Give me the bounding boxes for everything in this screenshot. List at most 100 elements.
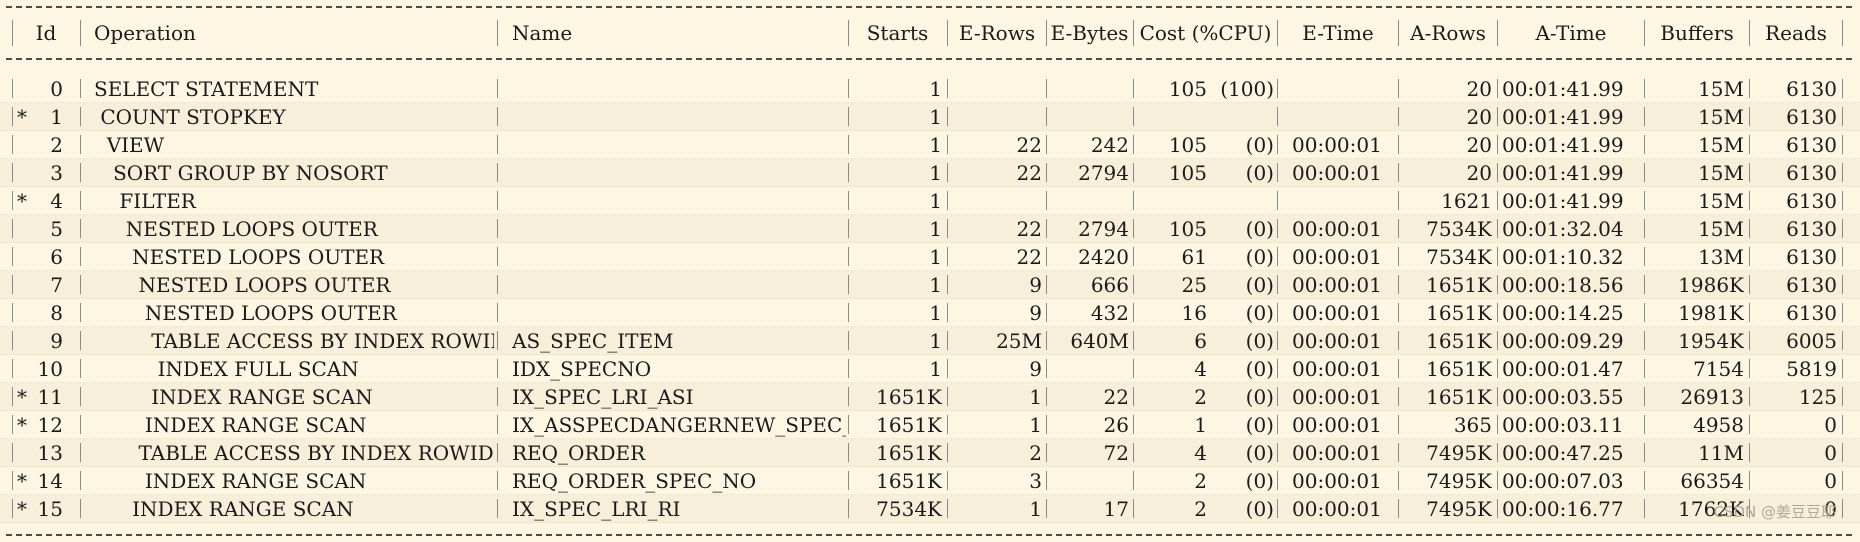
column-divider [1497, 443, 1498, 462]
column-divider [1277, 499, 1278, 518]
cell-ebytes: 22 [1103, 385, 1129, 409]
column-divider [1842, 387, 1843, 406]
column-divider [947, 387, 948, 406]
cell-reads: 5819 [1786, 357, 1837, 381]
cell-etime: 00:00:01 [1292, 245, 1382, 269]
column-divider [497, 359, 498, 378]
cell-atime: 00:01:41.99 [1502, 161, 1624, 185]
column-divider [1277, 20, 1278, 46]
cell-buffers: 15M [1698, 105, 1744, 129]
cell-etime [1292, 75, 1396, 103]
cell-cpu: (100) [1220, 77, 1274, 101]
column-divider [947, 191, 948, 210]
column-divider [1133, 191, 1134, 210]
column-divider [1277, 359, 1278, 378]
column-divider [848, 471, 849, 490]
column-divider [1842, 20, 1843, 46]
cell-id: 4 [50, 189, 63, 213]
column-divider [1277, 135, 1278, 154]
header-reads: Reads [1765, 21, 1827, 45]
cell-ebytes: 72 [1103, 441, 1129, 465]
column-divider [12, 303, 13, 322]
column-divider [1277, 79, 1278, 98]
column-divider [1398, 163, 1399, 182]
table-header: Id Operation Name Starts E-Rows E-Bytes … [0, 16, 1860, 50]
cell-starts: 1 [929, 273, 942, 297]
bottom-separator [6, 534, 1852, 536]
column-divider [1644, 219, 1645, 238]
column-divider [1133, 79, 1134, 98]
column-divider [1277, 415, 1278, 434]
cell-cpu: (0) [1245, 441, 1274, 465]
column-divider [497, 247, 498, 266]
cell-buffers: 15M [1698, 133, 1744, 157]
header-separator [6, 58, 1852, 60]
column-divider [1398, 107, 1399, 126]
column-divider [12, 387, 13, 406]
cell-arows: 7534K [1426, 217, 1492, 241]
column-divider [947, 443, 948, 462]
column-divider [1644, 107, 1645, 126]
cell-atime: 00:01:10.32 [1502, 245, 1624, 269]
cell-cpu: (0) [1245, 217, 1274, 241]
cell-erows: 22 [1016, 133, 1042, 157]
cell-reads: 0 [1824, 413, 1837, 437]
column-divider [497, 387, 498, 406]
column-divider [1749, 359, 1750, 378]
column-divider [1133, 359, 1134, 378]
cell-operation: SELECT STATEMENT [94, 77, 319, 101]
column-divider [848, 303, 849, 322]
column-divider [947, 275, 948, 294]
cell-cost: 4 [1194, 441, 1207, 465]
cell-operation: INDEX RANGE SCAN [94, 385, 373, 409]
cell-atime: 00:01:41.99 [1502, 189, 1624, 213]
column-divider [1749, 247, 1750, 266]
column-divider [947, 415, 948, 434]
column-divider [80, 331, 81, 350]
column-divider [1133, 303, 1134, 322]
header-id: Id [35, 21, 57, 45]
column-divider [497, 163, 498, 182]
column-divider [1133, 20, 1134, 46]
column-divider [80, 275, 81, 294]
column-divider [1133, 219, 1134, 238]
column-divider [1277, 107, 1278, 126]
cell-starts: 1 [929, 133, 942, 157]
cell-id: 10 [37, 357, 63, 381]
cell-cost: 1 [1194, 413, 1207, 437]
column-divider [1133, 387, 1134, 406]
column-divider [947, 79, 948, 98]
column-divider [80, 443, 81, 462]
cell-reads: 0 [1824, 441, 1837, 465]
column-divider [947, 107, 948, 126]
cell-name: IX_ASSPECDANGERNEW_SPEC_AI_OP [512, 413, 846, 437]
column-divider [1644, 387, 1645, 406]
column-divider [497, 275, 498, 294]
column-divider [1398, 247, 1399, 266]
column-divider [848, 415, 849, 434]
cell-arows: 7534K [1426, 245, 1492, 269]
cell-buffers: 15M [1698, 161, 1744, 185]
cell-etime: 00:00:01 [1292, 441, 1382, 465]
cell-ebytes: 2794 [1078, 217, 1129, 241]
column-divider [1398, 275, 1399, 294]
column-divider [1749, 331, 1750, 350]
header-starts: Starts [866, 21, 929, 45]
cell-ebytes [1047, 75, 1129, 103]
column-divider [1842, 191, 1843, 210]
cell-atime: 00:00:14.25 [1502, 301, 1624, 325]
column-divider [947, 135, 948, 154]
cell-atime: 00:00:47.25 [1502, 441, 1624, 465]
cell-etime: 00:00:01 [1292, 385, 1382, 409]
column-divider [1842, 415, 1843, 434]
cell-etime: 00:00:01 [1292, 413, 1382, 437]
column-divider [1277, 303, 1278, 322]
column-divider [1277, 387, 1278, 406]
cell-name: REQ_ORDER_SPEC_NO [512, 469, 757, 493]
column-divider [497, 20, 498, 46]
cell-reads: 6130 [1786, 217, 1837, 241]
cell-atime: 00:00:09.29 [1502, 329, 1624, 353]
cell-etime: 00:00:01 [1292, 217, 1382, 241]
column-divider [12, 275, 13, 294]
cell-erows: 1 [1029, 385, 1042, 409]
